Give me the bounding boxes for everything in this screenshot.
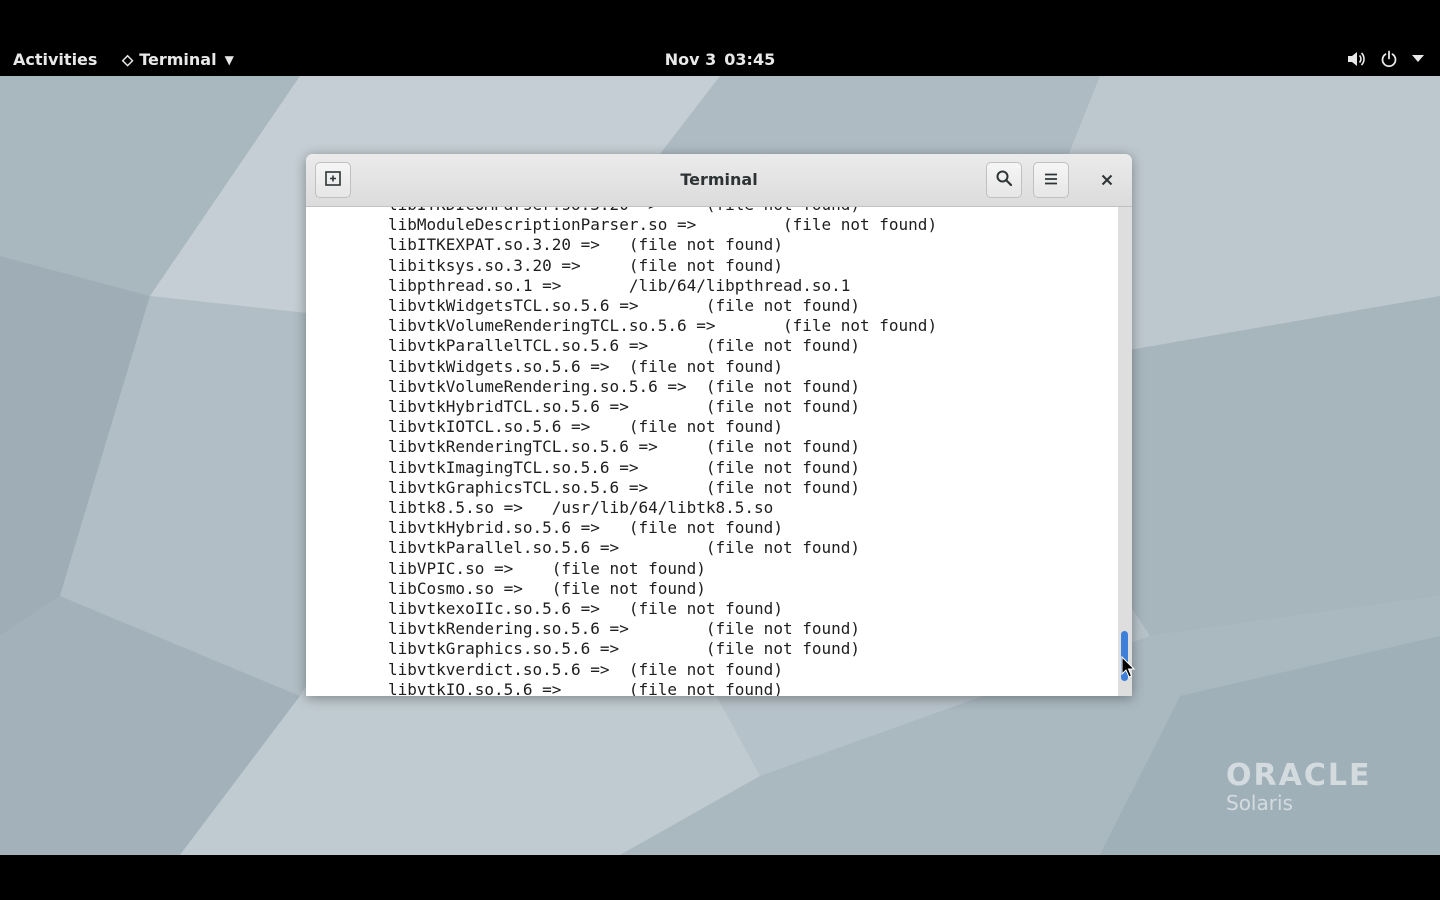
terminal-line: libCosmo.so => (file not found) xyxy=(388,578,706,598)
terminal-line: libvtkexoIIc.so.5.6 => (file not found) xyxy=(388,599,783,619)
terminal-line: libvtkGraphics.so.5.6 => (file not found… xyxy=(388,639,861,659)
hamburger-menu-icon xyxy=(1044,171,1058,190)
menu-button[interactable] xyxy=(1033,162,1069,198)
terminal-line: libVPIC.so => (file not found) xyxy=(388,558,706,578)
volume-icon xyxy=(1346,50,1366,68)
terminal-line: libvtkVolumeRenderingTCL.so.5.6 => (file… xyxy=(388,316,938,336)
clock-time: 03:45 xyxy=(724,50,776,69)
search-icon xyxy=(995,169,1013,191)
terminal-line: libvtkVolumeRendering.so.5.6 => (file no… xyxy=(388,376,861,396)
terminal-line: libvtkWidgets.so.5.6 => (file not found) xyxy=(388,356,783,376)
terminal-line: libvtkWidgetsTCL.so.5.6 => (file not fou… xyxy=(388,296,861,316)
terminal-lines: libITKDICOMParser.so.3.20 => (file not f… xyxy=(388,207,937,696)
terminal-line: libModuleDescriptionParser.so => (file n… xyxy=(388,215,938,235)
clock-date: Nov 3 xyxy=(664,50,717,69)
power-icon xyxy=(1380,50,1398,68)
terminal-line: libpthread.so.1 => /lib/64/libpthread.so… xyxy=(388,275,851,295)
bottom-bar xyxy=(0,855,1440,900)
terminal-line: libvtkHybridTCL.so.5.6 => (file not foun… xyxy=(388,397,861,417)
mouse-cursor-icon xyxy=(1121,655,1136,682)
terminal-line: libvtkRendering.so.5.6 => (file not foun… xyxy=(388,619,861,639)
terminal-line: libvtkverdict.so.5.6 => (file not found) xyxy=(388,659,783,679)
terminal-line: libvtkIO.so.5.6 => (file not found) xyxy=(388,679,783,696)
terminal-line: libITKDICOMParser.so.3.20 => (file not f… xyxy=(388,207,937,215)
terminal-line: libvtkGraphicsTCL.so.5.6 => (file not fo… xyxy=(388,477,861,497)
oracle-solaris-logo: ORACLE Solaris xyxy=(1226,758,1371,815)
brand-company: ORACLE xyxy=(1226,758,1372,793)
brand-product: Solaris xyxy=(1226,791,1293,815)
terminal-line: libvtkHybrid.so.5.6 => (file not found) xyxy=(388,518,783,538)
terminal-line: libvtkRenderingTCL.so.5.6 => (file not f… xyxy=(388,437,861,457)
terminal-line: libvtkIOTCL.so.5.6 => (file not found) xyxy=(388,417,783,437)
search-button[interactable] xyxy=(986,162,1022,198)
chevron-down-icon xyxy=(1412,55,1424,63)
clock[interactable]: Nov 3 03:45 xyxy=(0,50,1440,70)
scrollbar-track[interactable] xyxy=(1118,207,1132,696)
terminal-window[interactable]: Terminal libITKDICOMParser.so.3.20 => (f… xyxy=(306,154,1132,696)
terminal-line: libvtkImagingTCL.so.5.6 => (file not fou… xyxy=(388,457,861,477)
window-header-bar[interactable]: Terminal xyxy=(306,154,1132,207)
terminal-output[interactable]: libITKDICOMParser.so.3.20 => (file not f… xyxy=(306,207,1118,696)
terminal-line: libitksys.so.3.20 => (file not found) xyxy=(388,255,783,275)
top-bar: Activities ⬦ Terminal ▼ Nov 3 03:45 xyxy=(0,0,1440,76)
terminal-line: libtk8.5.so => /usr/lib/64/libtk8.5.so xyxy=(388,498,774,518)
terminal-line: libITKEXPAT.so.3.20 => (file not found) xyxy=(388,235,783,255)
terminal-line: libvtkParallel.so.5.6 => (file not found… xyxy=(388,538,861,558)
close-icon xyxy=(1101,170,1113,191)
terminal-line: libvtkParallelTCL.so.5.6 => (file not fo… xyxy=(388,336,861,356)
close-button[interactable] xyxy=(1092,164,1122,196)
system-menu[interactable] xyxy=(1346,50,1424,68)
